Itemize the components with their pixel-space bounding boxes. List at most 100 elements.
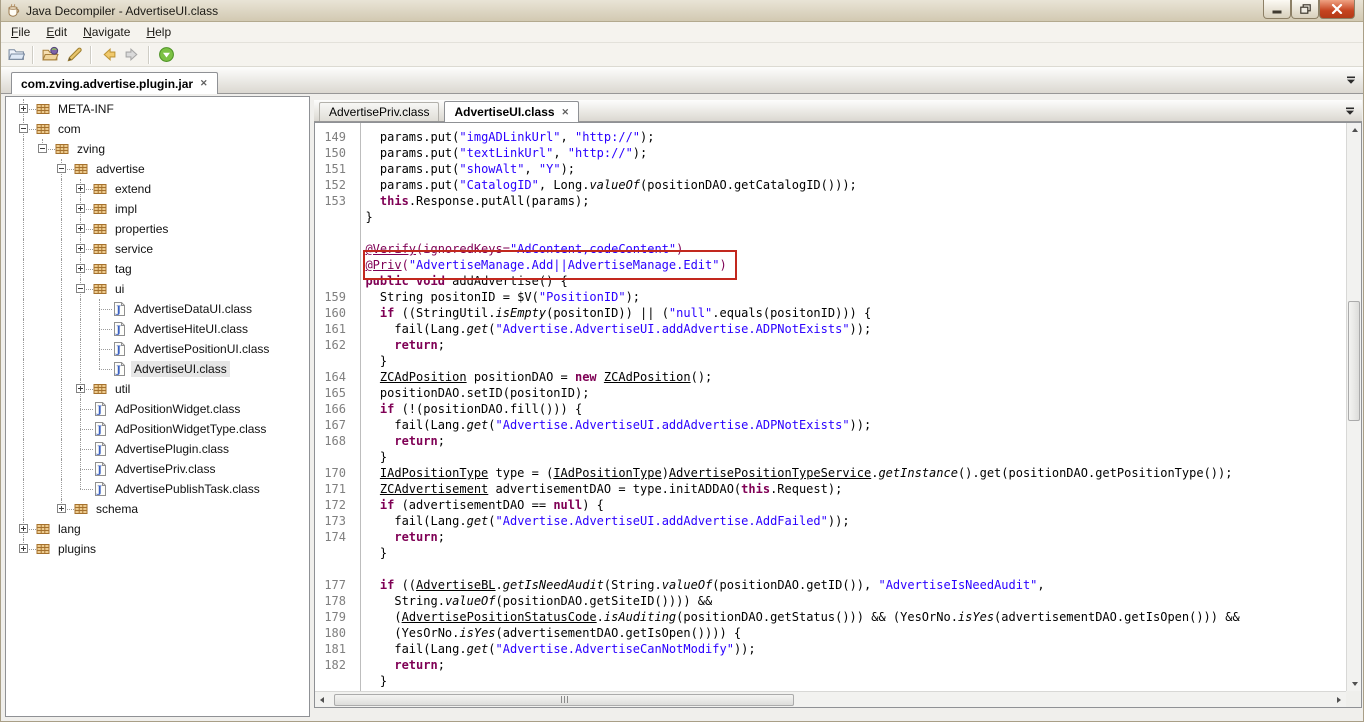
class-link[interactable]: ZCAdPosition bbox=[604, 370, 691, 384]
code-line: 167 fail(Lang.get("Advertise.AdvertiseUI… bbox=[315, 417, 1346, 433]
class-link[interactable]: IAdPositionType bbox=[380, 466, 488, 480]
tree-indent bbox=[52, 459, 71, 479]
tree-item[interactable]: JAdvertisePublishTask.class bbox=[6, 479, 309, 499]
forward-button[interactable] bbox=[120, 44, 144, 66]
horizontal-scrollbar[interactable] bbox=[315, 691, 1346, 707]
tree-indent bbox=[33, 219, 52, 239]
tree-item[interactable]: JAdPositionWidget.class bbox=[6, 399, 309, 419]
tree-item[interactable]: lang bbox=[6, 519, 309, 539]
class-link[interactable]: AdvertisePositionTypeService bbox=[669, 466, 871, 480]
tab-advertisepriv-class[interactable]: AdvertisePriv.class bbox=[319, 102, 439, 121]
tab-list-dropdown[interactable] bbox=[1343, 105, 1357, 117]
close-tab-icon[interactable]: ✕ bbox=[562, 108, 570, 117]
code-line: 161 fail(Lang.get("Advertise.AdvertiseUI… bbox=[315, 321, 1346, 337]
tab-advertiseui-class[interactable]: AdvertiseUI.class✕ bbox=[444, 101, 579, 122]
tree-item[interactable]: extend bbox=[6, 179, 309, 199]
class-link[interactable]: @Verify bbox=[365, 242, 416, 256]
update-icon bbox=[158, 46, 175, 63]
menu-file[interactable]: File bbox=[3, 22, 38, 42]
expand-toggle[interactable] bbox=[76, 204, 85, 213]
svg-text:J: J bbox=[115, 345, 121, 356]
class-link[interactable]: ZCAdPosition bbox=[380, 370, 467, 384]
tree-item-label: util bbox=[112, 381, 133, 397]
scroll-left-button[interactable] bbox=[315, 692, 330, 707]
expand-toggle[interactable] bbox=[76, 244, 85, 253]
tree-item[interactable]: JAdvertiseDataUI.class bbox=[6, 299, 309, 319]
tree-item[interactable]: JAdvertiseHiteUI.class bbox=[6, 319, 309, 339]
tree-item[interactable]: META-INF bbox=[6, 99, 309, 119]
expand-toggle[interactable] bbox=[76, 184, 85, 193]
tree-item[interactable]: util bbox=[6, 379, 309, 399]
tree-item[interactable]: JAdvertisePositionUI.class bbox=[6, 339, 309, 359]
tree-item[interactable]: com bbox=[6, 119, 309, 139]
back-button[interactable] bbox=[96, 44, 120, 66]
expand-toggle[interactable] bbox=[57, 164, 66, 173]
menu-navigate[interactable]: Navigate bbox=[75, 22, 138, 42]
code-line bbox=[315, 561, 1346, 577]
menu-edit[interactable]: Edit bbox=[38, 22, 75, 42]
tree-indent bbox=[14, 239, 33, 259]
class-link[interactable]: ZCAdvertisement bbox=[380, 482, 488, 496]
scroll-down-button[interactable] bbox=[1347, 676, 1362, 691]
menu-help[interactable]: Help bbox=[138, 22, 179, 42]
tree-connector bbox=[14, 119, 33, 139]
class-link[interactable]: AdvertiseBL bbox=[416, 578, 495, 592]
class-link[interactable]: @Priv bbox=[365, 258, 401, 272]
minimize-button[interactable] bbox=[1263, 0, 1291, 19]
tree-item-label: impl bbox=[112, 201, 140, 217]
tree-item[interactable]: advertise bbox=[6, 159, 309, 179]
tree-indent bbox=[52, 399, 71, 419]
expand-toggle[interactable] bbox=[19, 524, 28, 533]
package-icon bbox=[92, 201, 108, 217]
tree-item[interactable]: impl bbox=[6, 199, 309, 219]
code-line: 150 params.put("textLinkUrl", "http://")… bbox=[315, 145, 1346, 161]
expand-toggle[interactable] bbox=[19, 104, 28, 113]
tree-item[interactable]: JAdvertisePriv.class bbox=[6, 459, 309, 479]
open-type-button[interactable] bbox=[38, 44, 62, 66]
close-tab-icon[interactable]: ✕ bbox=[200, 79, 208, 88]
tree-connector bbox=[71, 219, 90, 239]
restore-button[interactable] bbox=[1291, 0, 1319, 19]
search-button[interactable] bbox=[62, 44, 86, 66]
check-update-button[interactable] bbox=[154, 44, 178, 66]
tree-indent bbox=[33, 339, 52, 359]
tree-item[interactable]: JAdvertiseUI.class bbox=[6, 359, 309, 379]
expand-toggle[interactable] bbox=[19, 124, 28, 133]
tree-item[interactable]: JAdvertisePlugin.class bbox=[6, 439, 309, 459]
horizontal-scroll-thumb[interactable] bbox=[334, 694, 794, 706]
scroll-up-button[interactable] bbox=[1347, 123, 1362, 138]
minimize-icon bbox=[1272, 5, 1282, 14]
expand-toggle[interactable] bbox=[19, 544, 28, 553]
class-link[interactable]: IAdPositionType bbox=[553, 466, 661, 480]
tree-connector bbox=[90, 299, 109, 319]
tree-item[interactable]: plugins bbox=[6, 539, 309, 559]
java-class-icon: J bbox=[92, 401, 108, 417]
tree-indent bbox=[33, 459, 52, 479]
tree-item[interactable]: schema bbox=[6, 499, 309, 519]
tree-item[interactable]: zving bbox=[6, 139, 309, 159]
open-file-button[interactable] bbox=[4, 44, 28, 66]
class-link[interactable]: AdvertisePositionStatusCode bbox=[402, 610, 597, 624]
expand-toggle[interactable] bbox=[76, 224, 85, 233]
tree-item[interactable]: ui bbox=[6, 279, 309, 299]
tree-item[interactable]: properties bbox=[6, 219, 309, 239]
tree-item-label: advertise bbox=[93, 161, 148, 177]
tab-jar[interactable]: com.zving.advertise.plugin.jar ✕ bbox=[11, 72, 218, 94]
scroll-right-button[interactable] bbox=[1331, 692, 1346, 707]
tab-list-dropdown[interactable] bbox=[1344, 74, 1358, 86]
vertical-scrollbar[interactable] bbox=[1346, 123, 1361, 691]
vertical-scroll-thumb[interactable] bbox=[1348, 301, 1360, 421]
expand-toggle[interactable] bbox=[76, 264, 85, 273]
tree-indent bbox=[14, 379, 33, 399]
expand-toggle[interactable] bbox=[76, 284, 85, 293]
close-button[interactable] bbox=[1319, 0, 1355, 19]
expand-toggle[interactable] bbox=[38, 144, 47, 153]
code-line: 162 return; bbox=[315, 337, 1346, 353]
tree-item[interactable]: service bbox=[6, 239, 309, 259]
code-line: } bbox=[315, 209, 1346, 225]
tree-indent bbox=[33, 179, 52, 199]
expand-toggle[interactable] bbox=[76, 384, 85, 393]
tree-item[interactable]: tag bbox=[6, 259, 309, 279]
expand-toggle[interactable] bbox=[57, 504, 66, 513]
tree-item[interactable]: JAdPositionWidgetType.class bbox=[6, 419, 309, 439]
